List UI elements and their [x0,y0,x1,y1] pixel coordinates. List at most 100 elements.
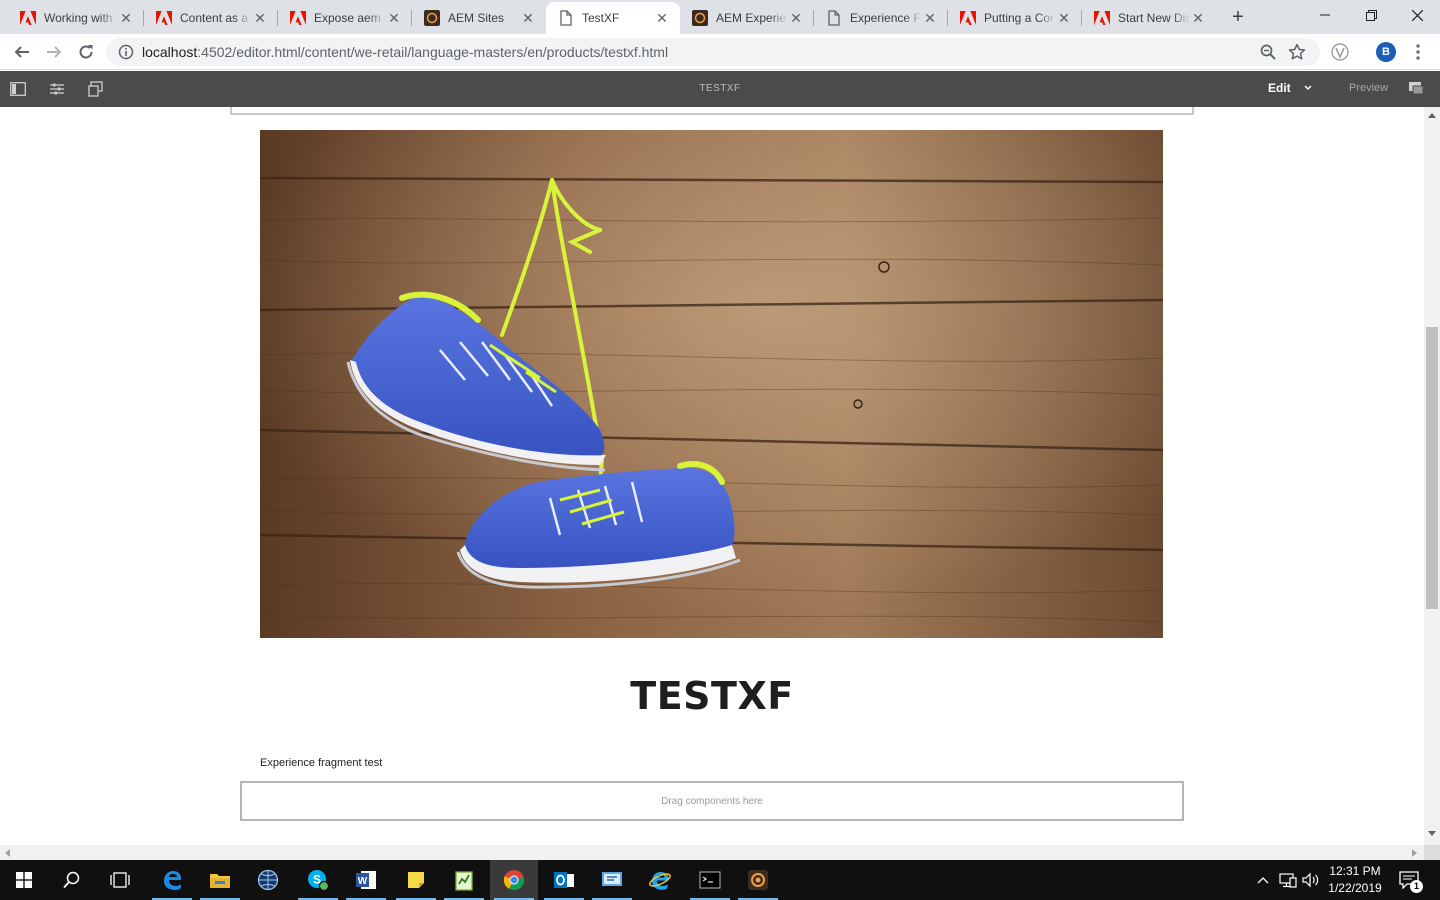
browser-tab[interactable]: AEM Experie ✕ [680,2,814,34]
file-explorer-icon[interactable] [196,860,244,900]
scroll-right-arrow-icon[interactable] [1412,849,1417,857]
browser-tab[interactable]: Content as a ✕ [144,2,278,34]
browser-toolbar: localhost:4502/editor.html/content/we-re… [0,34,1440,70]
hero-image[interactable] [260,130,1163,638]
browser-tab-active[interactable]: TestXF ✕ [546,2,680,34]
browser-tab-strip: Working with ✕ Content as a ✕ Expose aem… [0,0,1440,34]
close-tab-icon[interactable]: ✕ [1056,10,1072,26]
bookmark-star-icon[interactable] [1288,43,1306,66]
vertical-scrollbar[interactable] [1424,107,1440,845]
url-path: :4502/editor.html/content/we-retail/lang… [197,44,669,60]
close-tab-icon[interactable]: ✕ [788,10,804,26]
tab-title: AEM Sites [448,11,505,25]
chevron-down-icon[interactable] [1304,81,1312,99]
adobe-icon [156,10,172,26]
notepad-plus-icon[interactable] [440,860,488,900]
clock-time: 12:31 PM [1329,864,1381,878]
browser-tab[interactable]: Working with ✕ [8,2,144,34]
network-app-icon[interactable] [588,860,636,900]
aem-icon [424,10,440,26]
volume-icon[interactable] [1300,860,1322,900]
tab-title: Putting a Cor [984,11,1055,25]
page-canvas: TESTXF Experience fragment test Drag com… [0,107,1424,845]
close-tab-icon[interactable]: ✕ [1190,10,1206,26]
xf-text[interactable]: Experience fragment test [260,757,382,769]
edge-browser-icon[interactable] [148,860,196,900]
tab-title: Expose aem a [314,11,386,25]
adobe-icon [960,10,976,26]
browser-tab[interactable]: Putting a Cor ✕ [948,2,1082,34]
browser-tab[interactable]: Experience Fr ✕ [814,2,948,34]
adobe-icon [1094,10,1110,26]
tab-title: Start New Dis [1118,11,1190,25]
url-text[interactable]: localhost:4502/editor.html/content/we-re… [142,44,668,60]
tab-title: Working with [44,11,113,25]
windows-taskbar: S W 12:31 PM 1/22/2019 1 [0,860,1440,900]
close-tab-icon[interactable]: ✕ [654,10,670,26]
aem-icon [692,10,708,26]
network-icon[interactable] [1276,860,1300,900]
browser-tab[interactable]: AEM Sites ✕ [412,2,546,34]
tab-title: Content as a [180,11,249,25]
action-center-icon[interactable]: 1 [1394,860,1424,900]
dropzone-label: Drag components here [661,795,763,807]
close-tab-icon[interactable]: ✕ [252,10,268,26]
word-icon[interactable]: W [342,860,390,900]
page-icon [826,10,842,26]
close-tab-icon[interactable]: ✕ [922,10,938,26]
tab-title: TestXF [582,11,620,25]
close-window-icon[interactable] [1394,0,1440,30]
terminal-icon[interactable] [686,860,734,900]
svg-text:W: W [358,876,368,887]
internet-explorer-icon[interactable] [636,860,684,900]
forward-arrow-icon[interactable] [40,38,68,66]
adobe-icon [20,10,36,26]
annotations-icon[interactable] [1408,80,1424,101]
sticky-notes-icon[interactable] [392,860,440,900]
scroll-up-arrow-icon[interactable] [1428,113,1436,118]
close-tab-icon[interactable]: ✕ [520,10,536,26]
task-view-icon[interactable] [96,860,144,900]
xf-title[interactable]: TESTXF [0,674,1424,718]
search-icon[interactable] [48,860,96,900]
url-host: localhost [142,44,198,60]
scrollbar-thumb[interactable] [1426,327,1438,609]
new-tab-icon[interactable]: + [1226,6,1250,28]
profile-avatar[interactable]: B [1376,42,1396,62]
tab-title: AEM Experie [716,11,787,25]
clock-date: 1/22/2019 [1328,881,1382,895]
scrollbar-corner [1424,845,1440,860]
close-tab-icon[interactable]: ✕ [386,10,402,26]
preview-button[interactable]: Preview [1349,82,1388,94]
back-arrow-icon[interactable] [8,38,36,66]
drag-components-dropzone[interactable]: Drag components here [240,781,1184,821]
extension-icon[interactable] [1326,38,1354,66]
aem-editor-toolbar: TESTXF Edit Preview [0,71,1440,107]
zoom-icon[interactable] [1260,44,1276,65]
restore-icon[interactable] [1348,0,1394,30]
scroll-left-arrow-icon[interactable] [5,849,10,857]
globe-app-icon[interactable] [244,860,292,900]
browser-tab[interactable]: Start New Dis ✕ [1082,2,1216,34]
mode-selector-label[interactable]: Edit [1268,81,1291,95]
sneakers-on-wood-image [260,130,1163,638]
scroll-down-arrow-icon[interactable] [1428,831,1436,836]
skype-icon[interactable]: S [294,860,342,900]
menu-kebab-icon[interactable] [1404,38,1432,66]
horizontal-scrollbar[interactable] [0,845,1424,860]
info-icon[interactable] [118,44,134,60]
windows-start-icon[interactable] [0,860,48,900]
outlook-icon[interactable] [540,860,588,900]
reload-icon[interactable] [72,38,100,66]
close-tab-icon[interactable]: ✕ [118,10,134,26]
minimize-icon[interactable] [1302,0,1348,30]
show-hidden-icons-chevron-icon[interactable] [1252,860,1274,900]
browser-tab[interactable]: Expose aem a ✕ [278,2,412,34]
chrome-icon[interactable] [490,860,538,900]
system-clock[interactable]: 12:31 PM 1/22/2019 [1322,863,1388,897]
notification-count-badge: 1 [1410,880,1423,893]
editor-page-title: TESTXF [699,83,741,94]
aem-app-icon[interactable] [734,860,782,900]
address-bar[interactable]: localhost:4502/editor.html/content/we-re… [106,38,1320,66]
component-frame[interactable] [230,107,1194,115]
